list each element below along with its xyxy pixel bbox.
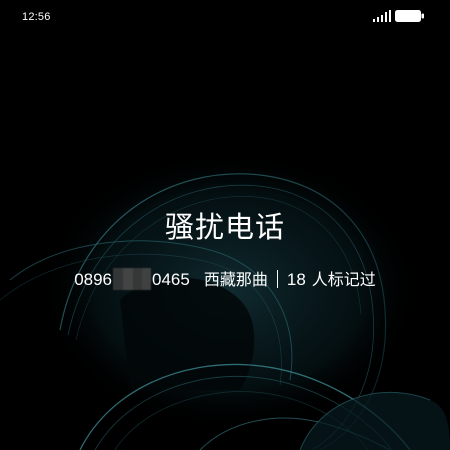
call-info: 骚扰电话: [0, 205, 450, 249]
incoming-call-screen: 12:56 骚扰电话 0896 0465 西藏那曲 18 人标记过: [0, 0, 450, 450]
caller-location: 西藏那曲: [203, 270, 268, 289]
separator: [276, 270, 278, 288]
status-time: 12:56: [22, 11, 51, 23]
caller-detail-line: 0896 0465 西藏那曲 18 人标记过: [0, 268, 450, 292]
mark-text: 人标记过: [311, 270, 376, 289]
mark-count: 18: [286, 270, 306, 289]
phone-number-suffix: 0465: [152, 270, 190, 289]
signal-bars-icon: [373, 10, 391, 22]
battery-full-icon: [395, 10, 424, 22]
caller-tag-label: 骚扰电话: [164, 210, 285, 244]
phone-number-prefix: 0896: [74, 270, 113, 289]
masked-number-segment: [113, 268, 152, 290]
status-bar: 12:56: [0, 0, 450, 34]
